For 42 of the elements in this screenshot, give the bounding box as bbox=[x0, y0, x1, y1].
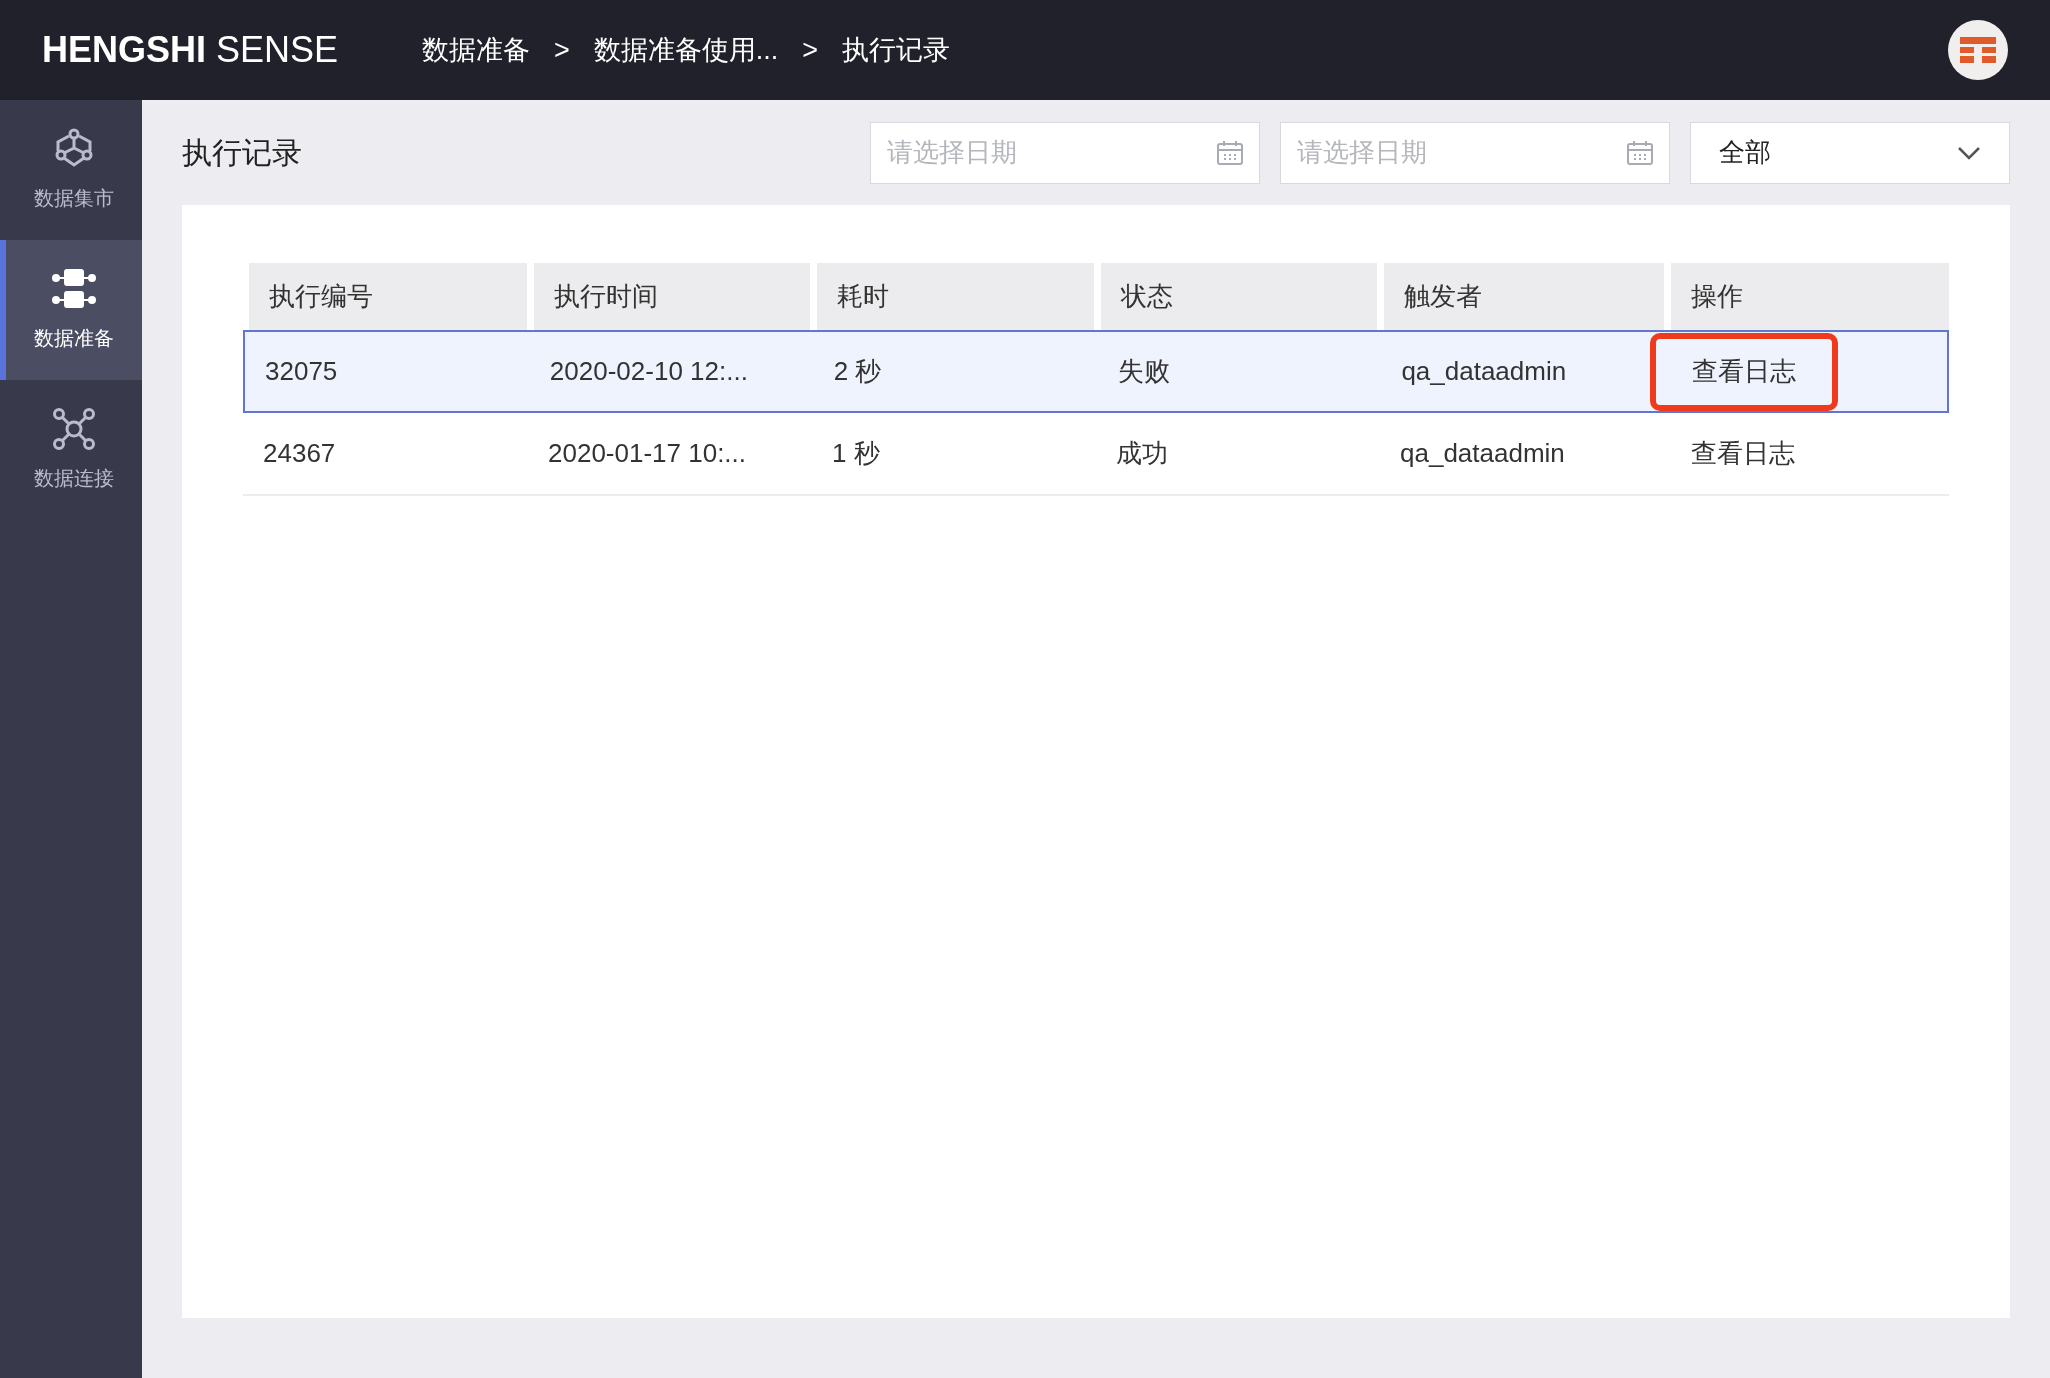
table-cell-text: 2020-01-17 10:... bbox=[547, 437, 748, 470]
logo: HENGSHI SENSE bbox=[42, 28, 340, 72]
view-log-link[interactable]: 查看日志 bbox=[1649, 414, 1837, 493]
blocks-nodes-icon bbox=[50, 267, 98, 311]
column-header: 状态 bbox=[1100, 263, 1377, 330]
breadcrumb-separator: > bbox=[553, 33, 571, 67]
table-cell-text: 1 秒 bbox=[831, 437, 881, 470]
column-header: 触发者 bbox=[1384, 263, 1664, 330]
table-cell-text: 失败 bbox=[1116, 355, 1171, 388]
table-cell-text: qa_dataadmin bbox=[1400, 355, 1568, 388]
breadcrumb-item[interactable]: 数据准备 bbox=[422, 29, 530, 71]
table-cell-text: 2 秒 bbox=[832, 355, 883, 388]
column-header: 执行编号 bbox=[249, 263, 527, 330]
column-header: 执行时间 bbox=[533, 263, 810, 330]
column-header: 耗时 bbox=[817, 263, 1094, 330]
page-title: 执行记录 bbox=[182, 135, 303, 171]
date-field[interactable]: 请选择日期 bbox=[870, 121, 1260, 184]
sidebar-item[interactable]: 数据连接 bbox=[0, 380, 142, 520]
calendar-icon bbox=[1216, 139, 1244, 166]
breadcrumb-item[interactable]: 数据准备使用... bbox=[593, 29, 779, 71]
column-header: 操作 bbox=[1670, 263, 1949, 330]
table-cell-text: 2020-02-10 12:... bbox=[548, 355, 749, 388]
table-cell-text: 成功 bbox=[1115, 437, 1169, 470]
sidebar-item[interactable]: 数据准备 bbox=[0, 240, 142, 380]
table-row[interactable]: 32075 2020-02-10 12:... 2 秒 失败 qa_dataadmin 查看日志 bbox=[243, 330, 1949, 413]
table-row[interactable]: 24367 2020-01-17 10:... 1 秒 成功 qa_dataadmin 查看日志 bbox=[243, 413, 1949, 496]
breadcrumb-separator: > bbox=[801, 33, 820, 67]
avatar-logo-icon[interactable] bbox=[1948, 20, 2008, 80]
status-dropdown[interactable]: 全部 bbox=[1690, 121, 2010, 184]
sidebar-label: 数据集市 bbox=[34, 186, 114, 211]
table-cell-text: 32075 bbox=[264, 355, 339, 388]
network-nodes-icon bbox=[52, 407, 96, 451]
view-log-link[interactable]: 查看日志 bbox=[1650, 332, 1839, 411]
calendar-icon bbox=[1626, 139, 1654, 166]
chevron-down-icon bbox=[1957, 145, 1981, 160]
breadcrumb-item: 执行记录 bbox=[842, 33, 951, 67]
table-cell-text: qa_dataadmin bbox=[1399, 437, 1566, 470]
sidebar-label: 数据连接 bbox=[34, 466, 114, 491]
date-field[interactable]: 请选择日期 bbox=[1280, 121, 1670, 184]
table-cell-text: 24367 bbox=[262, 437, 337, 470]
sidebar-item[interactable]: 数据集市 bbox=[0, 100, 142, 240]
sidebar-label: 数据准备 bbox=[34, 326, 114, 351]
